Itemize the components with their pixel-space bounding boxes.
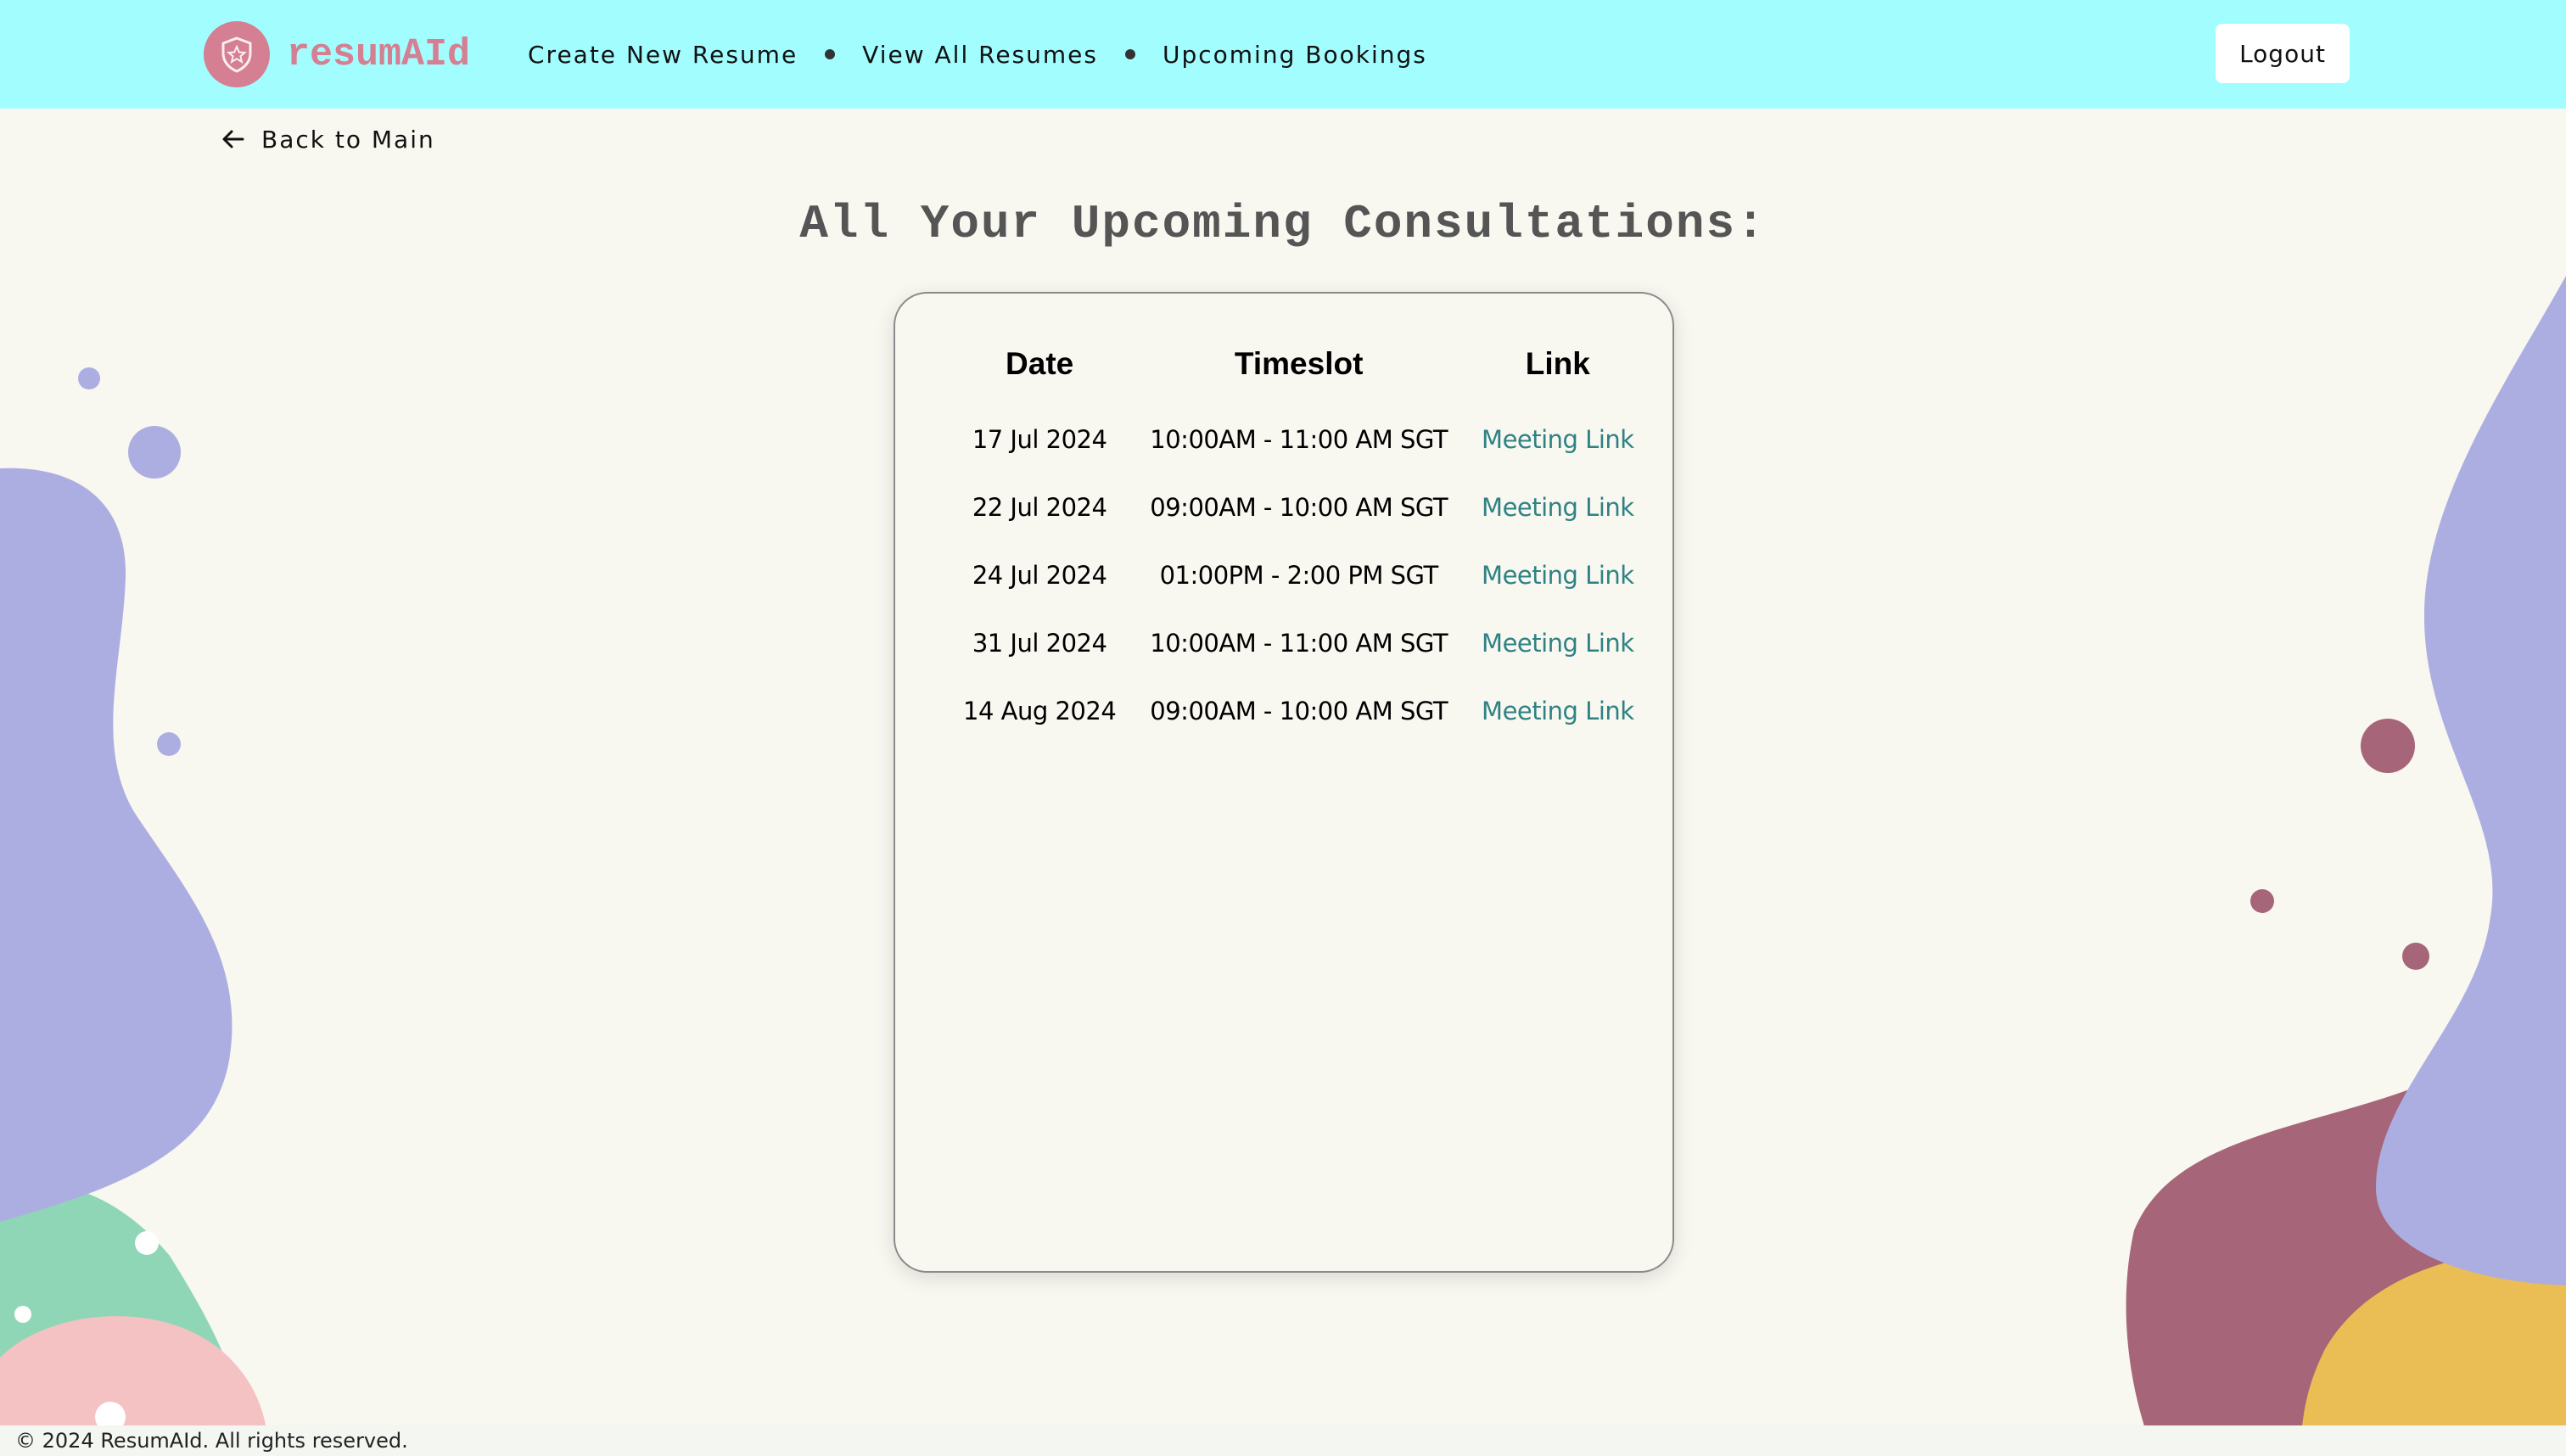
left-dot-3 [157, 732, 181, 756]
table-row: 14 Aug 2024 09:00AM - 10:00 AM SGT Meeti… [946, 677, 1651, 745]
meeting-link[interactable]: Meeting Link [1465, 541, 1651, 609]
right-dot-1 [2361, 719, 2415, 773]
booking-timeslot: 10:00AM - 11:00 AM SGT [1150, 629, 1448, 658]
right-dot-3 [2402, 943, 2429, 970]
table-header-row: Date Timeslot Link [946, 346, 1651, 406]
meeting-link[interactable]: Meeting Link [1465, 406, 1651, 473]
column-header-date: Date [1006, 346, 1074, 381]
logout-button[interactable]: Logout [2216, 24, 2350, 83]
nav-separator-dot [825, 49, 836, 59]
brand-name: resumAId [287, 32, 471, 76]
left-dot-2 [128, 426, 181, 479]
back-to-main-link[interactable]: Back to Main [221, 120, 435, 158]
page-footer: © 2024 ResumAId. All rights reserved. [0, 1425, 2566, 1456]
booking-timeslot: 09:00AM - 10:00 AM SGT [1150, 697, 1448, 725]
brand-logo[interactable]: resumAId [204, 21, 470, 87]
copyright-text: © 2024 ResumAId. All rights reserved. [15, 1429, 408, 1453]
shield-star-icon [204, 21, 270, 87]
table-row: 31 Jul 2024 10:00AM - 11:00 AM SGT Meeti… [946, 609, 1651, 677]
top-navbar: resumAId Create New Resume View All Resu… [0, 0, 2566, 109]
meeting-link[interactable]: Meeting Link [1465, 473, 1651, 541]
left-lavender-blob [0, 468, 233, 1222]
meeting-link[interactable]: Meeting Link [1465, 677, 1651, 745]
booking-date: 22 Jul 2024 [972, 493, 1107, 522]
booking-date: 24 Jul 2024 [972, 561, 1107, 590]
column-header-link: Link [1525, 346, 1590, 381]
booking-date: 17 Jul 2024 [972, 425, 1107, 454]
nav-view-all-resumes[interactable]: View All Resumes [862, 41, 1098, 69]
booking-timeslot: 10:00AM - 11:00 AM SGT [1150, 425, 1448, 454]
left-dot-1 [78, 367, 100, 389]
booking-timeslot: 01:00PM - 2:00 PM SGT [1159, 561, 1439, 590]
booking-date: 31 Jul 2024 [972, 629, 1107, 658]
main-nav: Create New Resume View All Resumes Upcom… [528, 32, 1427, 76]
booking-date: 14 Aug 2024 [963, 697, 1117, 725]
left-dot-white-2 [14, 1306, 31, 1323]
page-title: All Your Upcoming Consultations: [799, 197, 1767, 251]
nav-create-new-resume[interactable]: Create New Resume [528, 41, 798, 69]
left-dot-white-1 [135, 1231, 159, 1255]
table-row: 17 Jul 2024 10:00AM - 11:00 AM SGT Meeti… [946, 406, 1651, 473]
meeting-link[interactable]: Meeting Link [1465, 609, 1651, 677]
table-row: 24 Jul 2024 01:00PM - 2:00 PM SGT Meetin… [946, 541, 1651, 609]
column-header-timeslot: Timeslot [1234, 346, 1364, 381]
right-lavender-blob [2376, 276, 2566, 1285]
left-pink-blob [0, 1316, 267, 1434]
right-dot-2 [2250, 889, 2274, 913]
arrow-left-icon [222, 130, 244, 148]
back-label: Back to Main [261, 125, 435, 154]
nav-separator-dot [1124, 49, 1135, 59]
nav-upcoming-bookings[interactable]: Upcoming Bookings [1163, 41, 1427, 69]
booking-timeslot: 09:00AM - 10:00 AM SGT [1150, 493, 1448, 522]
table-row: 22 Jul 2024 09:00AM - 10:00 AM SGT Meeti… [946, 473, 1651, 541]
bookings-card: Date Timeslot Link 17 Jul 2024 10:00AM -… [894, 292, 1674, 1273]
bookings-table: Date Timeslot Link 17 Jul 2024 10:00AM -… [946, 346, 1651, 745]
